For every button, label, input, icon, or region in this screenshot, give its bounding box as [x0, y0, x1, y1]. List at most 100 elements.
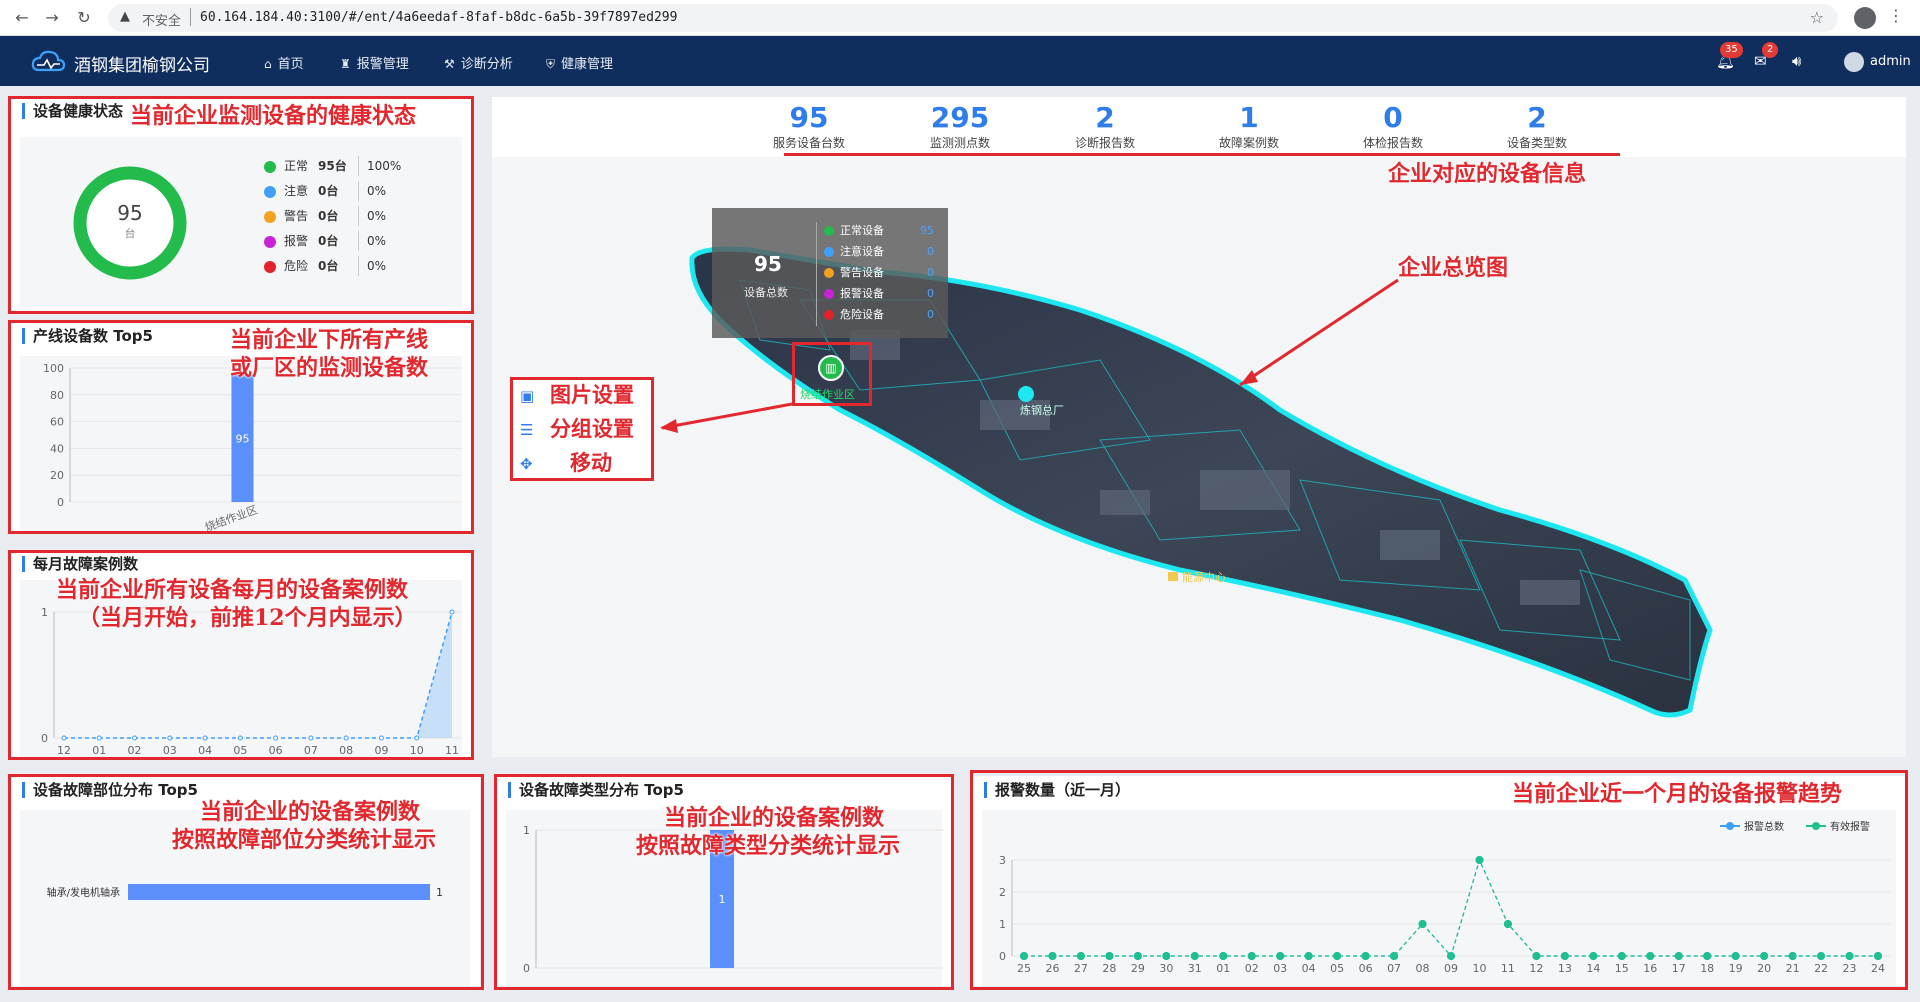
- alarm-xtick-label: 26: [1045, 962, 1059, 975]
- alarm-point: [1589, 952, 1598, 960]
- top5-ytick-label: 20: [50, 469, 64, 482]
- monthly-point: [273, 735, 279, 741]
- top5-title: 产线设备数 Top5: [22, 328, 153, 344]
- menu-home[interactable]: ⌂ 首页: [264, 53, 304, 72]
- map-point-b[interactable]: [1018, 386, 1034, 402]
- health-legend-row: 注意 0台 0%: [264, 181, 408, 201]
- annotation-top5-line2: 或厂区的监测设备数: [230, 355, 429, 381]
- map-point-c-icon: [1168, 572, 1178, 581]
- url-text[interactable]: 60.164.184.40:3100/#/ent/4a6eedaf-8faf-b…: [200, 10, 677, 25]
- message-badge: 2: [1762, 42, 1779, 58]
- alarm-point: [1247, 952, 1256, 960]
- alarm-point: [1361, 952, 1370, 960]
- tool-group-settings[interactable]: ☰ 分组设置: [512, 413, 652, 447]
- stat-value: 1: [1239, 101, 1259, 134]
- stat-value: 295: [930, 101, 990, 134]
- alarm-point: [1304, 952, 1313, 960]
- menu-alarm[interactable]: ♜ 报警管理: [340, 53, 409, 72]
- monthly-point: [414, 735, 420, 741]
- legend-name: 报警: [284, 234, 309, 248]
- annotation-type-line1: 当前企业的设备案例数: [664, 805, 885, 831]
- warning-icon: ▲: [120, 9, 130, 24]
- profile-icon[interactable]: [1854, 7, 1876, 29]
- menu-diagnosis[interactable]: ⚒ 诊断分析: [444, 53, 513, 72]
- tooltip-divider: [816, 222, 817, 326]
- type-ytick-label: 0: [523, 962, 530, 975]
- more-menu-icon[interactable]: ⋮: [1888, 6, 1904, 25]
- tooltip-row-value: 0: [927, 287, 934, 300]
- alarm-point: [1333, 952, 1342, 960]
- stat-label: 设备类型数: [1506, 136, 1567, 150]
- alarm-xtick-label: 14: [1586, 962, 1600, 975]
- status-dot-icon: [264, 185, 276, 198]
- bookmark-star-icon[interactable]: ☆: [1810, 8, 1824, 27]
- alarm-point: [1418, 920, 1427, 928]
- monthly-xtick-label: 10: [410, 744, 424, 757]
- stat-item: 1 故障案例数: [1184, 102, 1314, 151]
- legend-count: 95台: [318, 159, 347, 173]
- speaker-icon[interactable]: 🔊︎: [1792, 52, 1801, 70]
- monthly-point: [308, 735, 314, 741]
- alarm-xtick-label: 19: [1729, 962, 1743, 975]
- user-avatar[interactable]: [1844, 52, 1864, 72]
- health-legend-row: 正常 95台 100%: [264, 156, 408, 176]
- menu-health[interactable]: ⛨ 健康管理: [546, 53, 613, 72]
- alarm-point: [1020, 952, 1028, 960]
- forward-icon[interactable]: →: [42, 8, 62, 28]
- alarm-xtick-label: 11: [1501, 962, 1515, 975]
- reload-icon[interactable]: ↻: [74, 8, 94, 28]
- back-icon[interactable]: ←: [12, 8, 32, 28]
- image-settings-icon: ▣: [520, 387, 535, 405]
- alarm-chart: 012325 26 27 28 29 30 31 01 02 03 04 05 06 07 08 09 10 11…: [982, 810, 1896, 986]
- health-total: 95: [117, 201, 143, 225]
- tooltip-row: 警告设备 0: [824, 264, 934, 282]
- part-bar: [128, 884, 430, 900]
- tooltip-total-label: 设备总数: [744, 286, 788, 299]
- map-marker-label: 烧结作业区: [800, 388, 855, 401]
- menu-home-label: 首页: [277, 57, 304, 72]
- cloud-logo-icon: [31, 50, 66, 72]
- tool-image-label: 图片设置: [550, 382, 634, 407]
- alarm-point: [1874, 952, 1882, 960]
- map-tooltip: 95 设备总数 正常设备 95 注意设备 0 警告设备 0 报警设备 0 危险设备 0: [712, 208, 948, 338]
- type-title: 设备故障类型分布 Top5: [508, 782, 684, 798]
- user-name[interactable]: admin: [1870, 54, 1911, 69]
- alarm-xtick-label: 22: [1814, 962, 1828, 975]
- tool-move-label: 移动: [570, 450, 612, 475]
- stat-label: 故障案例数: [1218, 136, 1279, 150]
- home-icon: ⌂: [264, 57, 272, 71]
- monthly-xtick-label: 02: [128, 744, 142, 757]
- alarm-xtick-label: 21: [1786, 962, 1800, 975]
- tool-move[interactable]: ✥ 移动: [512, 447, 652, 481]
- monthly-xtick-label: 12: [57, 744, 71, 757]
- monthly-xtick-label: 04: [198, 744, 212, 757]
- map-marker-sinter[interactable]: ▥: [818, 355, 844, 381]
- alarm-point: [1674, 952, 1683, 960]
- alarm-xtick-label: 15: [1615, 962, 1629, 975]
- tooltip-row-value: 0: [927, 308, 934, 321]
- annotation-alarm: 当前企业近一个月的设备报警趋势: [1512, 781, 1843, 807]
- monthly-point: [96, 735, 102, 741]
- alarm-point: [1845, 952, 1854, 960]
- type-ytick-label: 1: [523, 824, 530, 837]
- tool-image-settings[interactable]: ▣ 图片设置: [512, 379, 652, 413]
- stat-item: 295 监测测点数: [895, 102, 1025, 151]
- annotation-top5-line1: 当前企业下所有产线: [230, 327, 429, 353]
- monthly-point: [61, 735, 67, 741]
- group-settings-icon: ☰: [520, 421, 534, 439]
- tool-group-label: 分组设置: [550, 416, 634, 441]
- monthly-xtick-label: 03: [163, 744, 177, 757]
- health-legend-row: 报警 0台 0%: [264, 231, 408, 251]
- annotation-overview: 企业总览图: [1398, 255, 1509, 281]
- tooltip-row-name: 注意设备: [840, 245, 884, 258]
- address-bar[interactable]: ▲ 不安全 60.164.184.40:3100/#/ent/4a6eedaf-…: [108, 4, 1838, 32]
- monthly-xtick-label: 07: [304, 744, 318, 757]
- stat-value: 2: [1527, 101, 1547, 134]
- tooltip-row-name: 正常设备: [840, 224, 884, 237]
- menu-alarm-label: 报警管理: [356, 57, 409, 72]
- legend-count: 0台: [318, 259, 339, 273]
- tooltip-row-name: 警告设备: [840, 266, 884, 279]
- alarm-point: [1617, 952, 1626, 960]
- top5-ytick-label: 100: [43, 362, 64, 375]
- stat-item: 0 体检报告数: [1328, 102, 1458, 151]
